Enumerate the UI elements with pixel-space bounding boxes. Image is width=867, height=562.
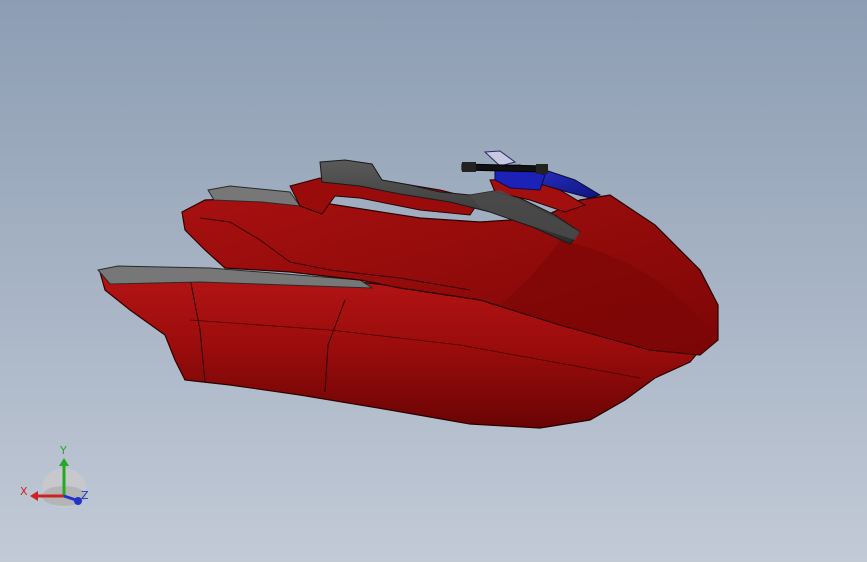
coordinate-triad[interactable]: Y X Z: [18, 440, 98, 510]
handlebar-grip-right: [536, 164, 548, 174]
z-axis-label: Z: [81, 489, 89, 502]
handlebar-grip-left: [462, 162, 476, 172]
y-axis-arrow: [59, 458, 69, 466]
jet-ski-model[interactable]: [0, 0, 867, 562]
steering-column: [483, 150, 517, 167]
x-axis-label: X: [20, 485, 28, 498]
y-axis-label: Y: [59, 444, 67, 457]
x-axis-arrow: [30, 491, 38, 501]
graphics-viewport[interactable]: Y X Z: [0, 0, 867, 562]
